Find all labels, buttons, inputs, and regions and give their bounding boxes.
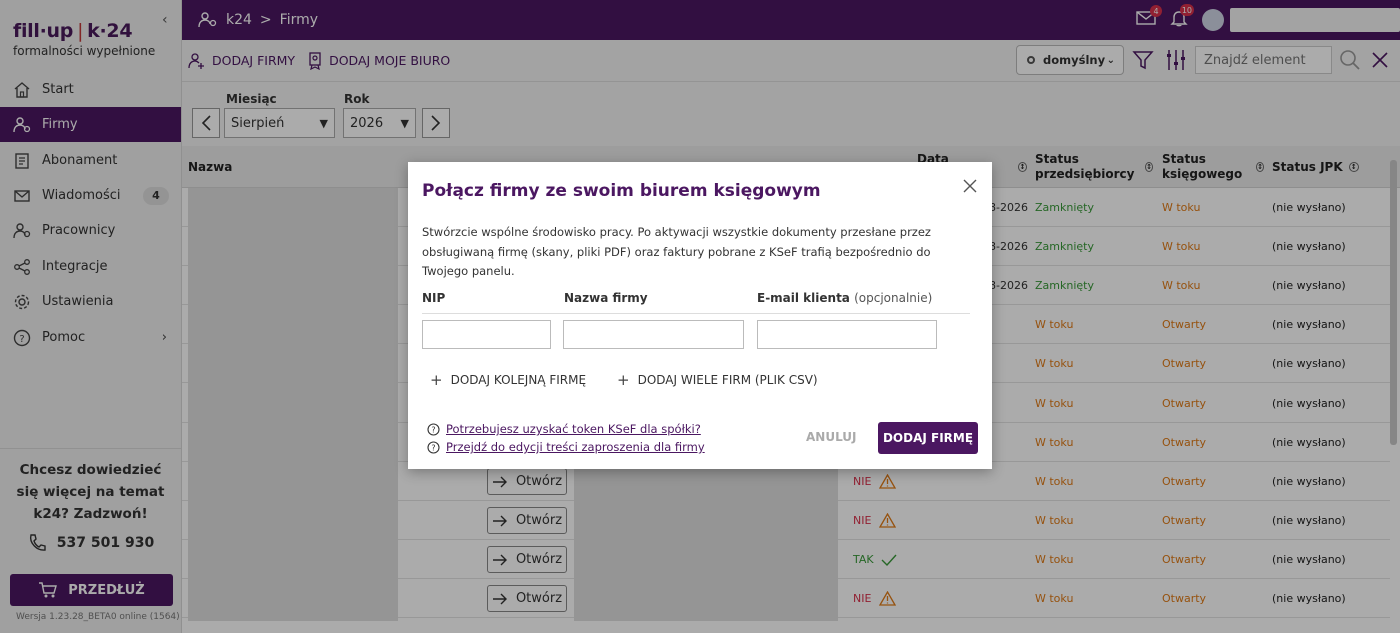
add-company-button[interactable]: DODAJ FIRMĘ — [878, 422, 978, 454]
ksef-token-help-link[interactable]: ? Potrzebujesz uzyskać token KSeF dla sp… — [427, 422, 701, 436]
email-label: E-mail klienta (opcjonalnie) — [757, 291, 933, 305]
nip-input[interactable] — [422, 320, 551, 349]
plus-icon: + — [430, 371, 443, 389]
company-name-label: Nazwa firmy — [564, 291, 648, 305]
email-input[interactable] — [757, 320, 937, 349]
close-icon[interactable] — [962, 178, 978, 198]
company-name-input[interactable] — [563, 320, 744, 349]
divider — [422, 313, 970, 314]
help-icon: ? — [427, 440, 440, 454]
connect-companies-dialog: Połącz firmy ze swoim biurem księgowym S… — [408, 162, 992, 469]
plus-icon: + — [617, 371, 630, 389]
nip-label: NIP — [422, 291, 446, 305]
add-another-company-button[interactable]: + DODAJ KOLEJNĄ FIRMĘ — [430, 371, 586, 389]
cancel-button[interactable]: ANULUJ — [806, 430, 857, 444]
edit-invitation-link[interactable]: ? Przejdź do edycji treści zaproszenia d… — [427, 440, 705, 454]
help-icon: ? — [427, 422, 440, 436]
svg-text:?: ? — [431, 425, 435, 434]
svg-text:?: ? — [431, 443, 435, 452]
add-many-companies-button[interactable]: + DODAJ WIELE FIRM (PLIK CSV) — [617, 371, 818, 389]
dialog-title: Połącz firmy ze swoim biurem księgowym — [422, 181, 821, 201]
dialog-description: Stwórzcie wspólne środowisko pracy. Po a… — [422, 225, 931, 278]
